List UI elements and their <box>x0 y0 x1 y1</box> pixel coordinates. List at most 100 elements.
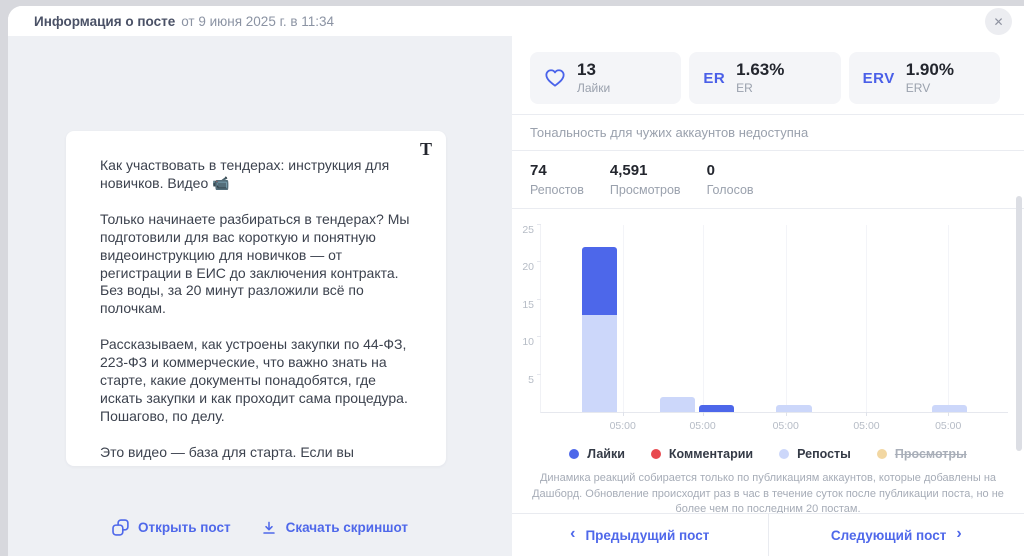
legend-label: Репосты <box>797 447 851 461</box>
erv-value: 1.90% <box>906 61 954 79</box>
tonality-note: Тональность для чужих аккаунтов недоступ… <box>512 115 1024 150</box>
open-post-button[interactable]: Открыть пост <box>112 519 231 536</box>
legend-dot-icon <box>779 449 789 459</box>
views-value: 4,591 <box>610 162 681 179</box>
x-axis-tick <box>948 412 949 416</box>
modal-body: T Как участвовать в тендерах: инструкция… <box>8 36 1024 556</box>
y-axis-tick <box>537 299 541 300</box>
post-paragraph: Это видео — база для старта. Если вы тол… <box>100 444 412 466</box>
legend-dot-icon <box>877 449 887 459</box>
votes-label: Голосов <box>707 183 754 197</box>
x-axis-tick <box>866 412 867 416</box>
close-icon: ✕ <box>993 15 1003 29</box>
chart-bar-репосты[interactable] <box>582 315 617 412</box>
votes-counter: 0 Голосов <box>707 162 754 208</box>
chart-bar-репосты[interactable] <box>932 405 967 412</box>
y-axis-tick <box>537 224 541 225</box>
divider <box>512 208 1024 209</box>
likes-label: Лайки <box>577 81 610 95</box>
open-post-icon <box>112 519 129 536</box>
previous-post-button[interactable]: ‹ Предыдущий пост <box>512 514 769 556</box>
reposts-counter: 74 Репостов <box>530 162 584 208</box>
erv-icon: ERV <box>863 70 895 87</box>
likes-value: 13 <box>577 61 610 79</box>
vertical-gridline <box>623 225 624 412</box>
post-stats-pane: 13 Лайки ER 1.63% ER ERV 1.90% ERV <box>512 36 1024 556</box>
download-screenshot-button[interactable]: Скачать скриншот <box>261 519 408 536</box>
vertical-gridline <box>866 225 867 412</box>
chart-legend: Лайки Комментарии Репосты Просмотры <box>512 447 1024 461</box>
chart-footnote: Динамика реакций собирается только по пу… <box>525 471 1011 518</box>
erv-card: ERV 1.90% ERV <box>849 52 1000 104</box>
legend-label: Лайки <box>587 447 625 461</box>
post-preview-pane: T Как участвовать в тендерах: инструкция… <box>8 36 512 556</box>
er-value: 1.63% <box>736 61 784 79</box>
download-screenshot-label: Скачать скриншот <box>286 520 408 535</box>
views-counter: 4,591 Просмотров <box>610 162 681 208</box>
next-post-button[interactable]: Следующий пост › <box>769 514 1024 556</box>
x-axis-tick <box>703 412 704 416</box>
legend-label: Комментарии <box>669 447 753 461</box>
chevron-left-icon: ‹ <box>570 526 575 542</box>
download-icon <box>261 520 277 536</box>
previous-post-label: Предыдущий пост <box>585 528 709 543</box>
x-axis-tick-label: 05:00 <box>935 420 961 432</box>
scrollbar-thumb[interactable] <box>1016 196 1022 451</box>
vertical-gridline <box>786 225 787 412</box>
post-info-modal: Информация о посте от 9 июня 2025 г. в 1… <box>8 6 1024 556</box>
reactions-chart: 5 10 15 20 25 05:00 05:00 05:00 05:00 05:00 <box>512 211 1024 441</box>
legend-label: Просмотры <box>895 447 967 461</box>
heart-icon <box>544 68 566 88</box>
x-axis-tick-label: 05:00 <box>610 420 636 432</box>
legend-item-лайки[interactable]: Лайки <box>569 447 625 461</box>
counters-row: 74 Репостов 4,591 Просмотров 0 Голосов <box>512 151 1024 208</box>
post-pager: ‹ Предыдущий пост Следующий пост › <box>512 513 1024 556</box>
y-axis-tick-label: 20 <box>522 261 534 273</box>
modal-header: Информация о посте от 9 июня 2025 г. в 1… <box>8 6 1024 36</box>
erv-label: ERV <box>906 81 954 95</box>
vertical-gridline <box>703 225 704 412</box>
post-type-icon: T <box>420 139 432 160</box>
chevron-right-icon: › <box>956 526 961 542</box>
stat-cards-row: 13 Лайки ER 1.63% ER ERV 1.90% ERV <box>530 52 1000 104</box>
chart-bar-лайки[interactable] <box>582 247 617 314</box>
chart-plot-area: 51015202505:0005:0005:0005:0005:00 <box>540 225 1008 413</box>
y-axis-tick-label: 15 <box>522 299 534 311</box>
chart-bar-репосты[interactable] <box>660 397 695 412</box>
close-button[interactable]: ✕ <box>985 8 1012 35</box>
reposts-label: Репостов <box>530 183 584 197</box>
legend-item-репосты[interactable]: Репосты <box>779 447 851 461</box>
post-preview-card: T Как участвовать в тендерах: инструкция… <box>66 131 446 466</box>
y-axis-tick <box>537 336 541 337</box>
views-label: Просмотров <box>610 183 681 197</box>
legend-dot-icon <box>651 449 661 459</box>
x-axis-tick-label: 05:00 <box>853 420 879 432</box>
post-paragraph: Как участвовать в тендерах: инструкция д… <box>100 157 412 193</box>
er-icon: ER <box>703 70 725 87</box>
x-axis-tick <box>786 412 787 416</box>
next-post-label: Следующий пост <box>831 528 947 543</box>
modal-title: Информация о посте <box>34 14 175 29</box>
er-card: ER 1.63% ER <box>689 52 840 104</box>
open-post-label: Открыть пост <box>138 520 231 535</box>
x-axis-tick <box>623 412 624 416</box>
y-axis-tick-label: 5 <box>528 374 534 386</box>
chart-bar-лайки[interactable] <box>699 405 734 412</box>
modal-subtitle: от 9 июня 2025 г. в 11:34 <box>181 14 334 29</box>
y-axis-tick <box>537 261 541 262</box>
y-axis-tick-label: 10 <box>522 336 534 348</box>
er-label: ER <box>736 81 784 95</box>
x-axis-tick-label: 05:00 <box>773 420 799 432</box>
reposts-value: 74 <box>530 162 584 179</box>
chart-bar-репосты[interactable] <box>776 405 811 412</box>
x-axis-tick-label: 05:00 <box>689 420 715 432</box>
post-text: Как участвовать в тендерах: инструкция д… <box>100 157 412 466</box>
likes-card: 13 Лайки <box>530 52 681 104</box>
legend-dot-icon <box>569 449 579 459</box>
votes-value: 0 <box>707 162 754 179</box>
y-axis-tick-label: 25 <box>522 224 534 236</box>
legend-item-комментарии[interactable]: Комментарии <box>651 447 753 461</box>
post-paragraph: Только начинаете разбираться в тендерах?… <box>100 211 412 318</box>
legend-item-просмотры[interactable]: Просмотры <box>877 447 967 461</box>
post-paragraph: Рассказываем, как устроены закупки по 44… <box>100 336 412 426</box>
